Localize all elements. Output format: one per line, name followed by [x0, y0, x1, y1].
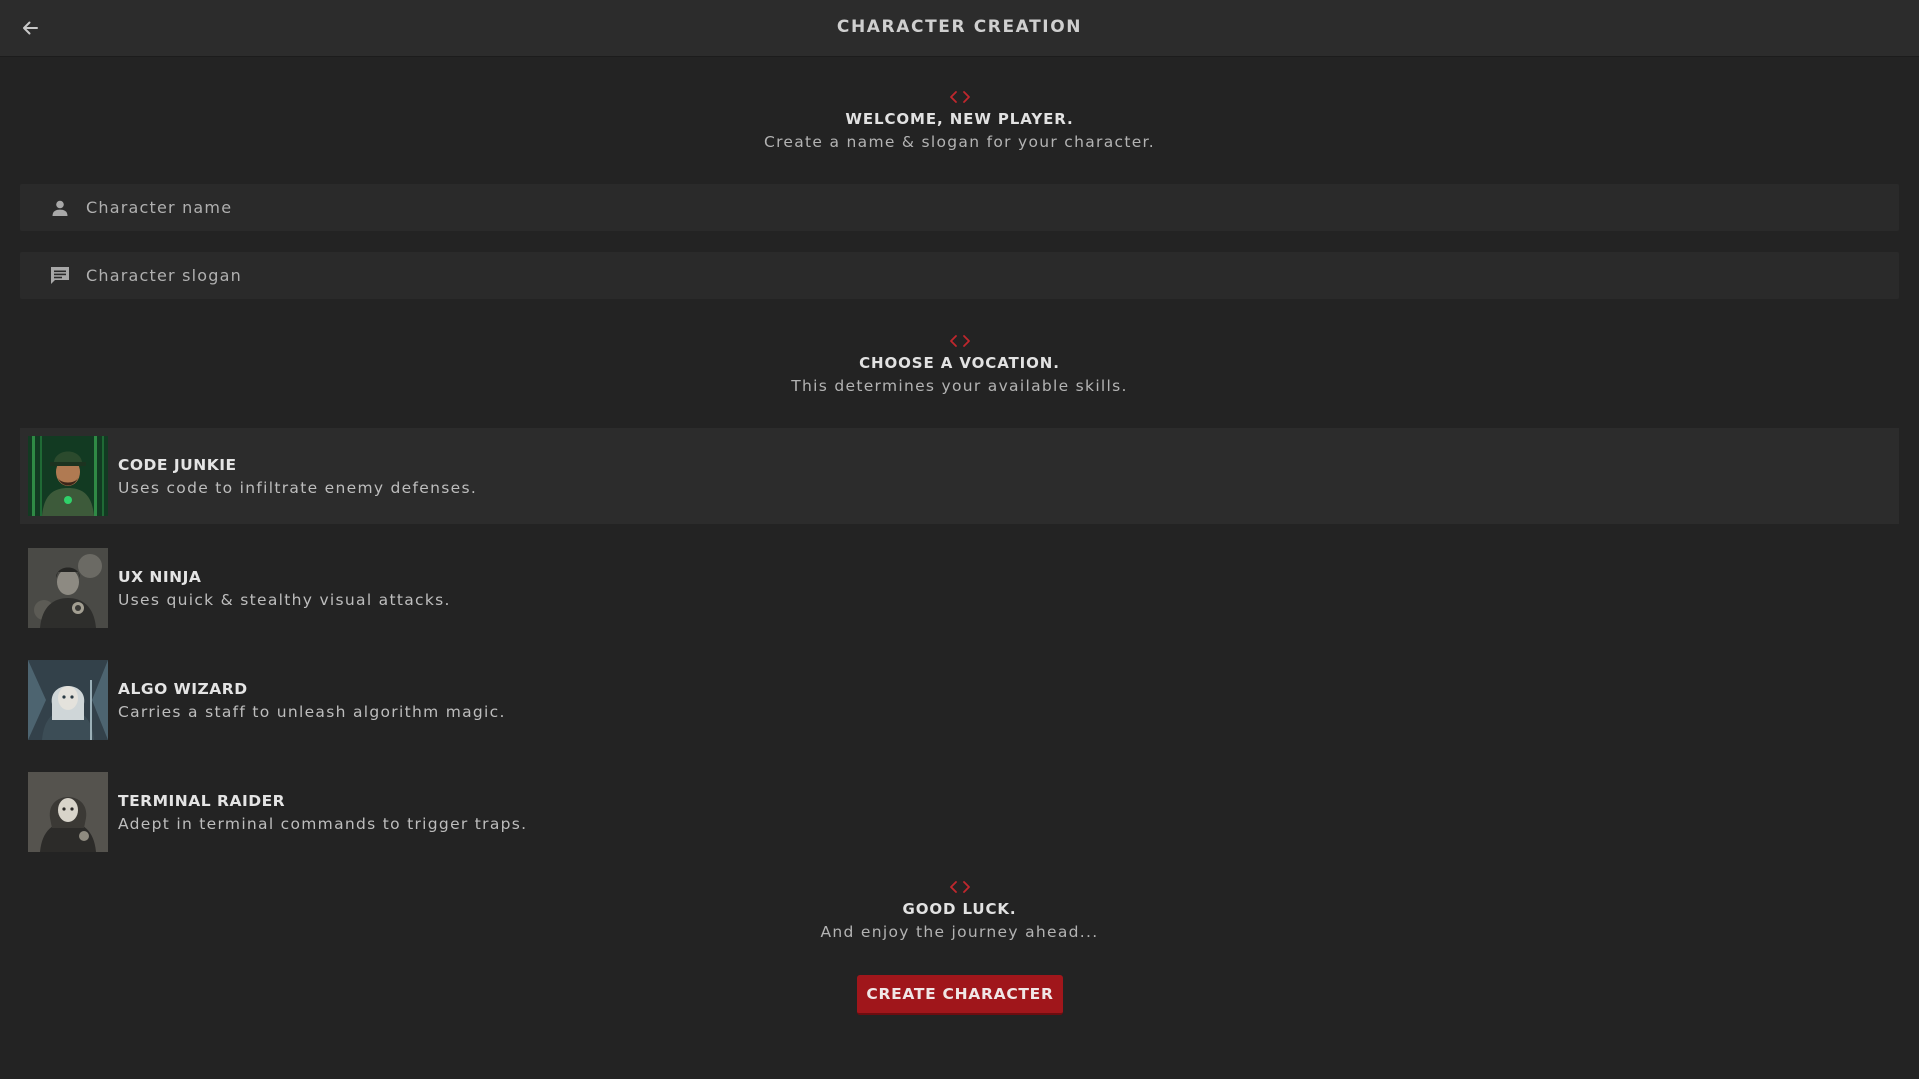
- character-name-input[interactable]: [84, 183, 1899, 232]
- vocation-name: CODE JUNKIE: [118, 455, 237, 474]
- create-character-button[interactable]: CREATE CHARACTER: [857, 975, 1063, 1015]
- welcome-heading: WELCOME, NEW PLAYER.: [845, 110, 1074, 128]
- vocation-description: Carries a staff to unleash algorithm mag…: [118, 702, 506, 721]
- person-icon: [48, 196, 72, 220]
- farewell-subtext: And enjoy the journey ahead...: [820, 923, 1099, 941]
- character-slogan-input[interactable]: [84, 251, 1899, 300]
- character-name-field[interactable]: [20, 183, 1899, 232]
- page-title: CHARACTER CREATION: [836, 17, 1083, 37]
- code-brackets-icon: [949, 91, 970, 103]
- welcome-subtext: Create a name & slogan for your characte…: [763, 133, 1156, 151]
- character-slogan-field[interactable]: [20, 251, 1899, 300]
- welcome-section: WELCOME, NEW PLAYER. Create a name & slo…: [0, 90, 1919, 151]
- code-brackets-icon: [949, 881, 970, 893]
- code-brackets-icon: [949, 335, 970, 347]
- ux-ninja-portrait: [28, 548, 108, 628]
- vocation-section: CHOOSE A VOCATION. This determines your …: [0, 334, 1919, 395]
- chat-icon: [48, 264, 72, 288]
- vocation-description: Uses quick & stealthy visual attacks.: [118, 590, 451, 609]
- vocation-description: Adept in terminal commands to trigger tr…: [118, 814, 528, 833]
- vocation-name: TERMINAL RAIDER: [118, 791, 286, 810]
- farewell-heading: GOOD LUCK.: [902, 900, 1017, 918]
- vocation-option-code-junkie[interactable]: CODE JUNKIE Uses code to infiltrate enem…: [20, 428, 1899, 524]
- vocation-heading: CHOOSE A VOCATION.: [859, 354, 1060, 372]
- vocation-description: Uses code to infiltrate enemy defenses.: [118, 478, 478, 497]
- vocation-option-ux-ninja[interactable]: UX NINJA Uses quick & stealthy visual at…: [20, 540, 1899, 636]
- vocation-option-algo-wizard[interactable]: ALGO WIZARD Carries a staff to unleash a…: [20, 652, 1899, 748]
- terminal-raider-portrait: [28, 772, 108, 852]
- top-bar: CHARACTER CREATION: [0, 0, 1919, 57]
- code-junkie-portrait: [28, 436, 108, 516]
- farewell-section: GOOD LUCK. And enjoy the journey ahead..…: [0, 880, 1919, 941]
- vocation-option-terminal-raider[interactable]: TERMINAL RAIDER Adept in terminal comman…: [20, 764, 1899, 860]
- algo-wizard-portrait: [28, 660, 108, 740]
- vocation-name: ALGO WIZARD: [118, 679, 248, 698]
- vocation-name: UX NINJA: [118, 567, 202, 586]
- vocation-subtext: This determines your available skills.: [791, 377, 1128, 395]
